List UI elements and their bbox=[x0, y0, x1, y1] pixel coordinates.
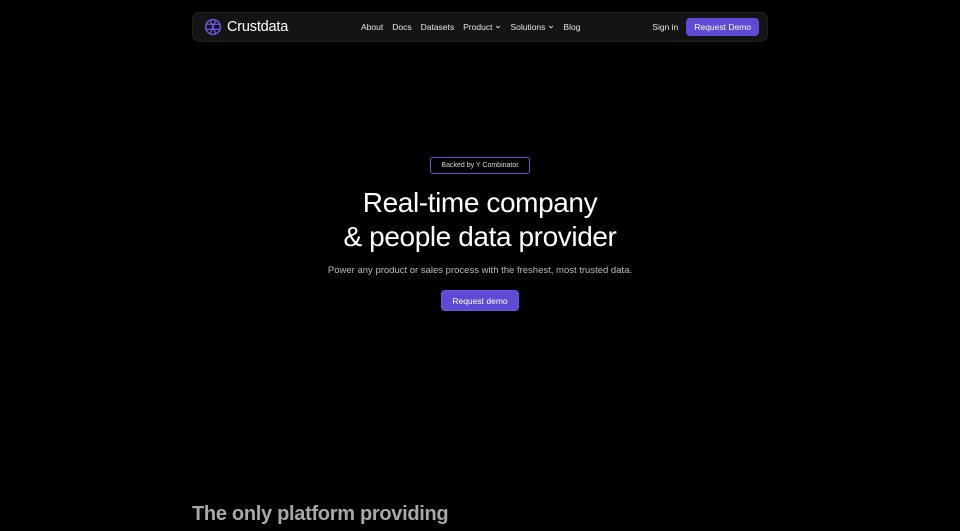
brand-name: Crustdata bbox=[227, 19, 289, 35]
nav-link-docs[interactable]: Docs bbox=[392, 22, 411, 32]
hero-title: Real-time company & people data provider bbox=[0, 186, 960, 254]
nav-link-label: Datasets bbox=[420, 22, 455, 32]
nav-links: About Docs Datasets Product Solutions Bl… bbox=[361, 13, 580, 41]
chevron-down-icon bbox=[496, 25, 501, 29]
globe-logo-icon bbox=[204, 18, 222, 36]
nav-link-blog[interactable]: Blog bbox=[563, 22, 580, 32]
hero-title-line-2: & people data provider bbox=[343, 221, 617, 252]
navbar: Crustdata About Docs Datasets Product So… bbox=[192, 12, 768, 42]
page: Crustdata About Docs Datasets Product So… bbox=[0, 0, 960, 531]
brand-logo-link[interactable]: Crustdata bbox=[204, 18, 288, 36]
hero-subtitle: Power any product or sales process with … bbox=[327, 265, 633, 276]
nav-link-label: About bbox=[361, 22, 384, 32]
nav-link-solutions[interactable]: Solutions bbox=[510, 22, 554, 32]
request-demo-hero-button[interactable]: Request demo bbox=[441, 290, 519, 311]
sign-in-link[interactable]: Sign in bbox=[652, 22, 678, 32]
nav-link-about[interactable]: About bbox=[361, 22, 383, 32]
yc-badge: Backed by Y Combinator bbox=[430, 157, 530, 174]
request-demo-nav-button[interactable]: Request Demo bbox=[686, 18, 759, 36]
nav-link-label: Solutions bbox=[510, 22, 546, 32]
hero-title-line-1: Real-time company bbox=[362, 187, 598, 218]
nav-link-datasets[interactable]: Datasets bbox=[421, 22, 455, 32]
nav-link-label: Docs bbox=[392, 22, 412, 32]
chevron-down-icon bbox=[549, 25, 554, 29]
nav-actions: Sign in Request Demo bbox=[652, 18, 759, 36]
nav-link-product[interactable]: Product bbox=[463, 22, 501, 32]
nav-link-label: Product bbox=[463, 22, 493, 32]
nav-link-label: Blog bbox=[563, 22, 581, 32]
section-title: The only platform providing bbox=[192, 503, 449, 525]
